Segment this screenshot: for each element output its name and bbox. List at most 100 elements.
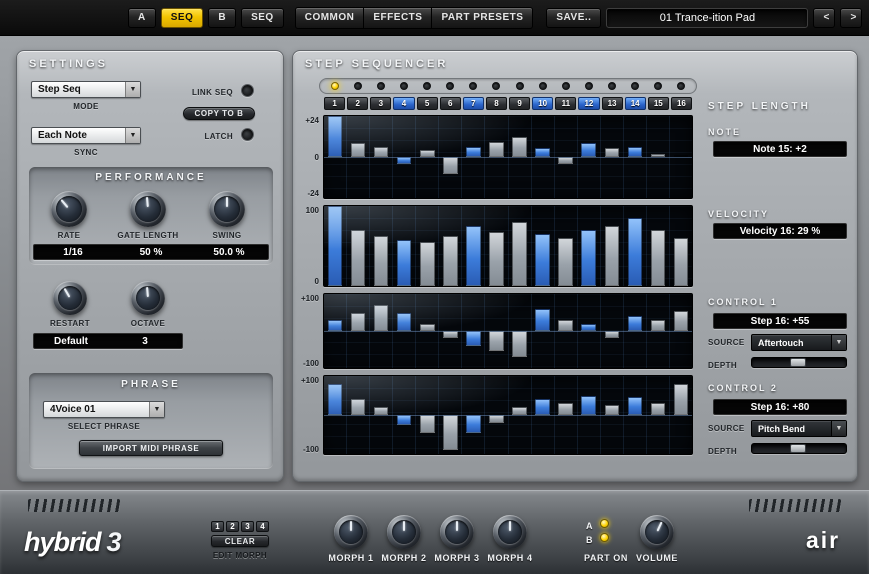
velocity-bar-step-5[interactable] [416,206,439,286]
step-number-16[interactable]: 16 [671,97,692,110]
note-bar-step-7[interactable] [462,116,485,198]
morph-4-select-button[interactable]: 4 [256,521,269,532]
control1-bar-step-10[interactable] [532,294,555,368]
control1-bar-step-3[interactable] [370,294,393,368]
volume-knob[interactable] [640,515,674,549]
step-number-11[interactable]: 11 [555,97,576,110]
octave-knob[interactable] [131,281,165,315]
control2-bar-step-14[interactable] [624,376,647,454]
control2-bar-step-11[interactable] [555,376,578,454]
velocity-bar-step-13[interactable] [601,206,624,286]
copy-to-b-button[interactable]: COPY TO B [183,107,255,120]
control2-bar-step-13[interactable] [601,376,624,454]
rate-knob[interactable] [51,191,87,227]
note-bar-step-2[interactable] [347,116,370,198]
morph-3-knob[interactable] [440,515,474,549]
part-a-on-led[interactable] [600,519,609,528]
control1-bar-step-13[interactable] [601,294,624,368]
control2-bar-step-2[interactable] [347,376,370,454]
note-bar-step-6[interactable] [439,116,462,198]
note-bar-step-15[interactable] [647,116,670,198]
control1-bar-step-6[interactable] [439,294,462,368]
note-bar-step-3[interactable] [370,116,393,198]
morph-1-select-button[interactable]: 1 [211,521,224,532]
select-phrase-dropdown[interactable]: 4Voice 01 ▼ [43,401,165,418]
control2-bar-step-8[interactable] [485,376,508,454]
note-bar-step-14[interactable] [624,116,647,198]
velocity-bar-step-11[interactable] [555,206,578,286]
control2-bar-step-16[interactable] [670,376,692,454]
note-bar-step-16[interactable] [670,116,692,198]
morph-1-knob[interactable] [334,515,368,549]
velocity-bar-step-6[interactable] [439,206,462,286]
tab-common[interactable]: COMMON [296,8,365,28]
note-bar-step-1[interactable] [324,116,347,198]
note-bar-step-13[interactable] [601,116,624,198]
step-number-6[interactable]: 6 [440,97,461,110]
control1-bar-step-16[interactable] [670,294,692,368]
step-number-9[interactable]: 9 [509,97,530,110]
step-number-14[interactable]: 14 [625,97,646,110]
velocity-bar-step-2[interactable] [347,206,370,286]
note-bar-step-12[interactable] [578,116,601,198]
control1-bar-step-7[interactable] [462,294,485,368]
tab-part-presets[interactable]: PART PRESETS [432,8,532,28]
link-seq-toggle[interactable] [241,84,254,97]
save-button[interactable]: SAVE.. [546,8,601,28]
velocity-bar-step-15[interactable] [647,206,670,286]
velocity-bar-step-3[interactable] [370,206,393,286]
step-number-3[interactable]: 3 [370,97,391,110]
note-bar-step-5[interactable] [416,116,439,198]
morph-4-knob[interactable] [493,515,527,549]
control1-bar-step-1[interactable] [324,294,347,368]
velocity-bar-step-16[interactable] [670,206,692,286]
note-bar-step-8[interactable] [485,116,508,198]
velocity-bar-step-10[interactable] [532,206,555,286]
control1-bar-step-9[interactable] [509,294,532,368]
part-b-button[interactable]: B [208,8,236,28]
mode-select[interactable]: Step Seq ▼ [31,81,141,98]
control2-bar-step-4[interactable] [393,376,416,454]
seq-b-tab[interactable]: SEQ [241,8,284,28]
part-a-button[interactable]: A [128,8,156,28]
gate-length-knob[interactable] [130,191,166,227]
swing-knob[interactable] [209,191,245,227]
step-number-7[interactable]: 7 [463,97,484,110]
velocity-bar-step-12[interactable] [578,206,601,286]
note-bar-step-4[interactable] [393,116,416,198]
step-number-5[interactable]: 5 [417,97,438,110]
step-number-12[interactable]: 12 [578,97,599,110]
control1-bar-step-15[interactable] [647,294,670,368]
step-number-10[interactable]: 10 [532,97,553,110]
step-number-13[interactable]: 13 [602,97,623,110]
control1-source-select[interactable]: Aftertouch ▼ [751,334,847,351]
velocity-bar-step-1[interactable] [324,206,347,286]
control1-bar-step-8[interactable] [485,294,508,368]
control1-depth-slider[interactable] [751,357,847,368]
control2-bar-step-15[interactable] [647,376,670,454]
restart-knob[interactable] [53,281,87,315]
note-bar-step-10[interactable] [532,116,555,198]
part-b-on-led[interactable] [600,533,609,542]
clear-button[interactable]: CLEAR [211,535,269,547]
control2-bar-step-5[interactable] [416,376,439,454]
preset-next-button[interactable]: > [840,8,862,28]
control2-bar-step-12[interactable] [578,376,601,454]
control2-bar-step-1[interactable] [324,376,347,454]
step-number-15[interactable]: 15 [648,97,669,110]
note-bar-step-9[interactable] [509,116,532,198]
import-midi-phrase-button[interactable]: IMPORT MIDI PHRASE [79,440,223,456]
seq-a-tab[interactable]: SEQ [161,8,204,28]
step-number-8[interactable]: 8 [486,97,507,110]
morph-3-select-button[interactable]: 3 [241,521,254,532]
control1-bar-step-11[interactable] [555,294,578,368]
control1-bar-step-2[interactable] [347,294,370,368]
velocity-bar-step-7[interactable] [462,206,485,286]
preset-display[interactable]: 01 Trance-ition Pad [606,8,808,28]
control2-bar-step-6[interactable] [439,376,462,454]
control1-bar-step-5[interactable] [416,294,439,368]
control2-bar-step-10[interactable] [532,376,555,454]
control1-bar-step-12[interactable] [578,294,601,368]
control1-bar-step-4[interactable] [393,294,416,368]
sync-select[interactable]: Each Note ▼ [31,127,141,144]
